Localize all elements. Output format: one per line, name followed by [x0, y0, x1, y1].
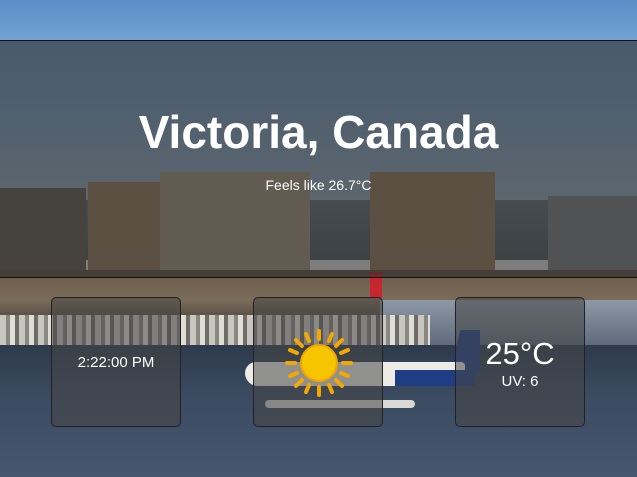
- sun-icon: [285, 329, 353, 397]
- condition-card: [253, 297, 383, 427]
- local-time: 2:22:00 PM: [77, 354, 155, 371]
- uv-index: UV: 6: [501, 373, 539, 390]
- time-card: 2:22:00 PM: [51, 297, 181, 427]
- temperature-card: 25°C UV: 6: [455, 297, 585, 427]
- feels-like-text: Feels like 26.7°C: [265, 177, 372, 193]
- temperature-value: 25°C: [485, 336, 555, 371]
- city-title: Victoria, Canada: [138, 106, 499, 158]
